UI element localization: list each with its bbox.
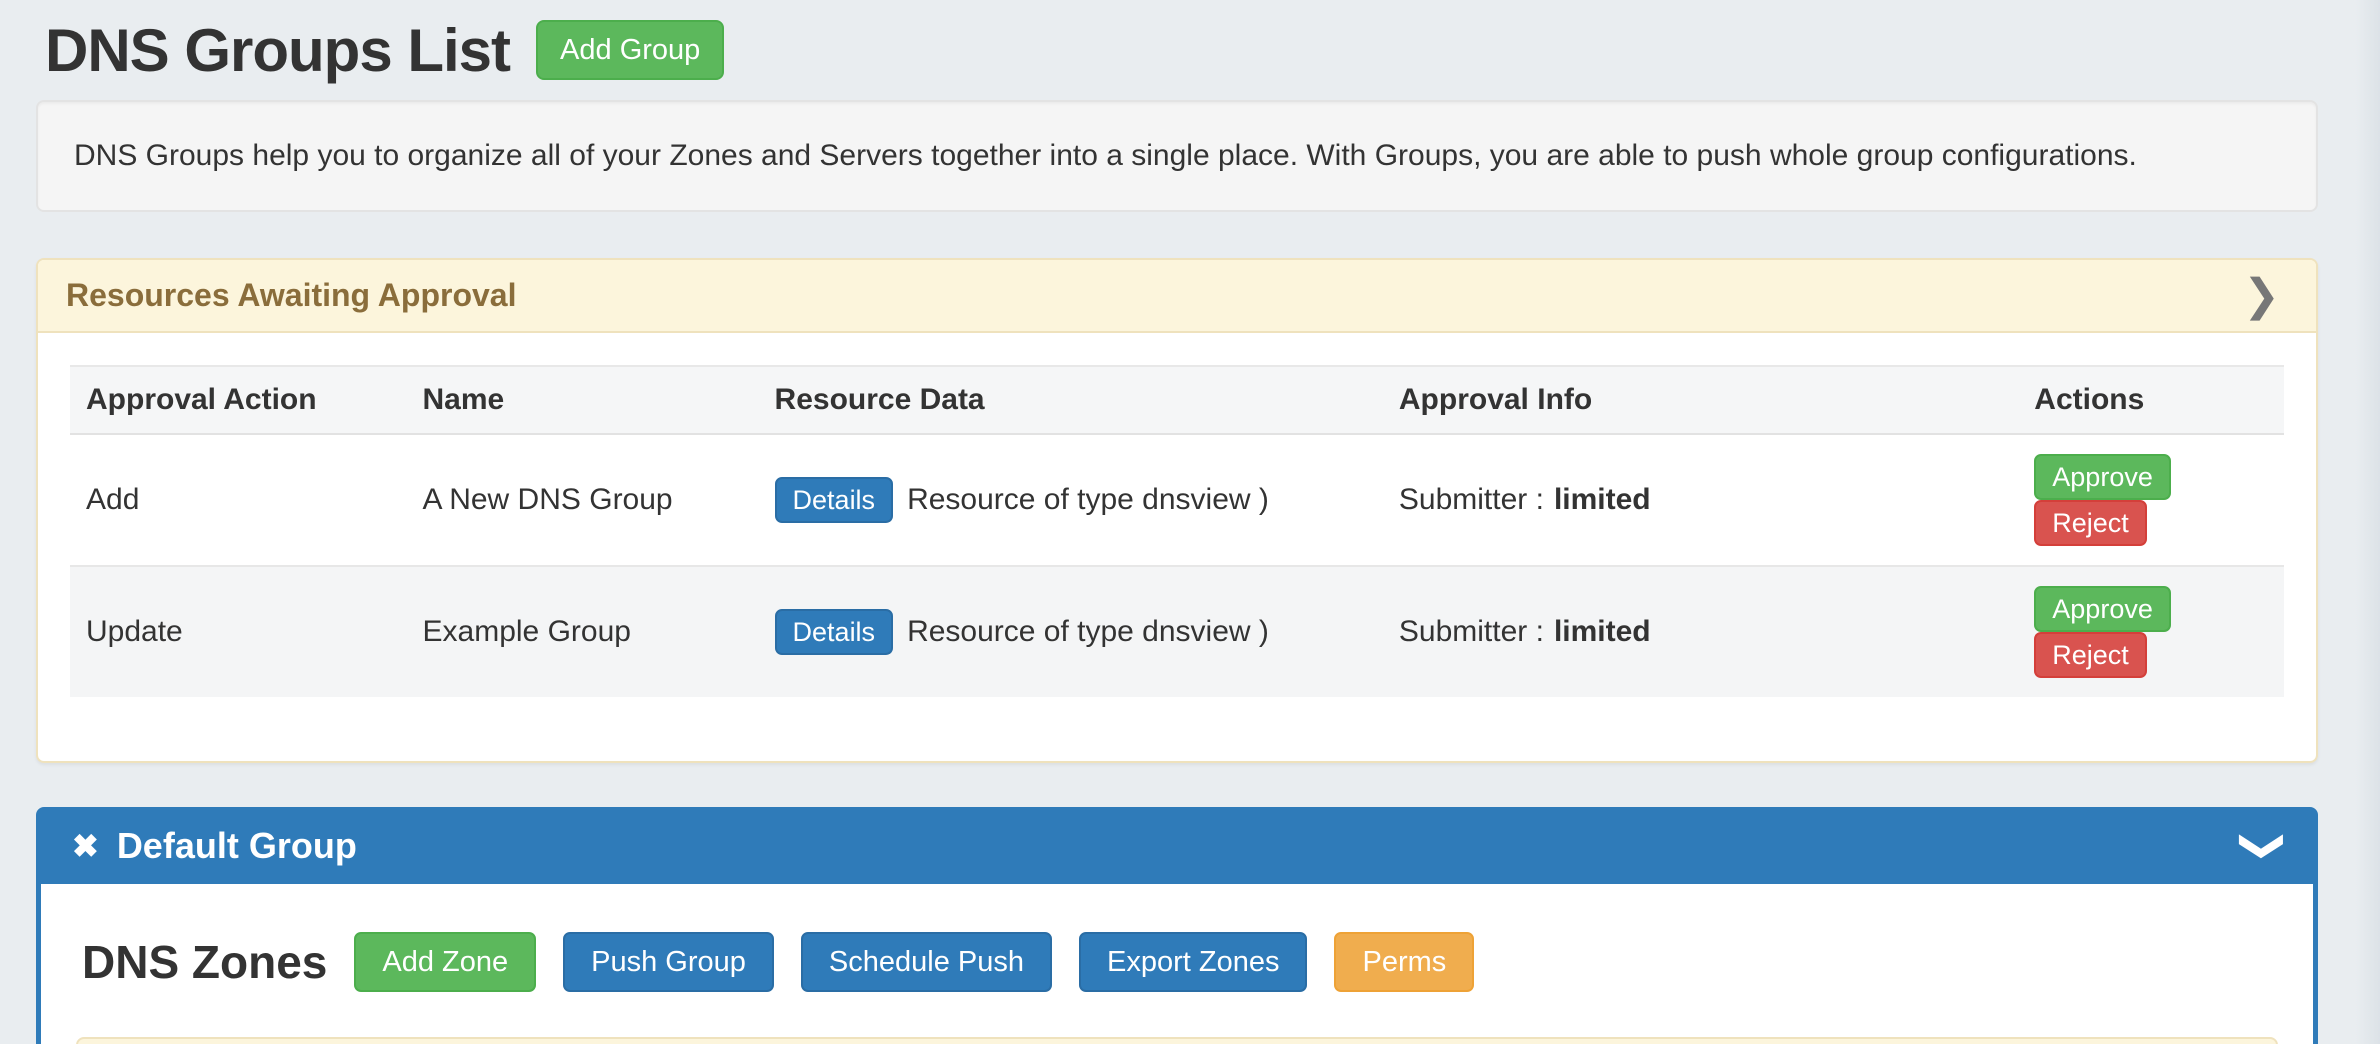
col-header-approval-info: Approval Info: [1383, 366, 2018, 434]
col-header-approval-action: Approval Action: [70, 366, 407, 434]
zones-title: DNS Zones: [82, 935, 327, 989]
approve-button[interactable]: Approve: [2034, 454, 2171, 500]
default-group-body: DNS Zones Add Zone Push Group Schedule P…: [36, 884, 2318, 1044]
page: DNS Groups List Add Group DNS Groups hel…: [36, 0, 2318, 1044]
chevron-down-icon: ❯: [2242, 827, 2286, 864]
col-header-resource-data: Resource Data: [759, 366, 1383, 434]
submitter-value: limited: [1554, 483, 1651, 516]
col-header-actions: Actions: [2018, 366, 2284, 434]
cell-name: A New DNS Group: [407, 434, 759, 566]
screen: DNS Groups List Add Group DNS Groups hel…: [0, 0, 2380, 1044]
default-group-title: Default Group: [117, 825, 357, 867]
approval-table: Approval Action Name Resource Data Appro…: [70, 365, 2284, 697]
approval-panel-title: Resources Awaiting Approval: [66, 277, 516, 314]
page-title: DNS Groups List: [45, 16, 510, 85]
submitter-label: Submitter :: [1399, 615, 1544, 648]
cell-resource-data: Details Resource of type dnsview ): [759, 434, 1383, 566]
resource-data-text: Resource of type dnsview ): [907, 615, 1269, 648]
export-zones-button[interactable]: Export Zones: [1079, 932, 1307, 992]
table-row: Add A New DNS Group Details Resource of t…: [70, 434, 2284, 566]
cell-resource-data: Details Resource of type dnsview ): [759, 566, 1383, 697]
close-icon[interactable]: ✖: [72, 830, 99, 862]
cell-action: Update: [70, 566, 407, 697]
cell-approval-info: Submitter : limited: [1383, 434, 2018, 566]
intro-text: DNS Groups help you to organize all of y…: [74, 139, 2137, 172]
resource-data-text: Resource of type dnsview ): [907, 483, 1269, 516]
default-group-panel: ✖ Default Group ❯ DNS Zones Add Zone Pus…: [36, 807, 2318, 1044]
zones-approval-bar[interactable]: Resources Awaiting Approval ❯: [76, 1037, 2278, 1044]
reject-button[interactable]: Reject: [2034, 500, 2147, 546]
zones-toolbar: DNS Zones Add Zone Push Group Schedule P…: [76, 932, 2278, 992]
details-button[interactable]: Details: [775, 477, 894, 523]
submitter-label: Submitter :: [1399, 483, 1544, 516]
table-row: Update Example Group Details Resource of …: [70, 566, 2284, 697]
intro-well: DNS Groups help you to organize all of y…: [36, 100, 2318, 212]
approval-panel-heading[interactable]: Resources Awaiting Approval ❯: [38, 260, 2316, 333]
cell-actions: ApproveReject: [2018, 434, 2284, 566]
perms-button[interactable]: Perms: [1334, 932, 1474, 992]
push-group-button[interactable]: Push Group: [563, 932, 774, 992]
cell-actions: ApproveReject: [2018, 566, 2284, 697]
approve-button[interactable]: Approve: [2034, 586, 2171, 632]
approval-panel: Resources Awaiting Approval ❯ Approval A…: [36, 258, 2318, 763]
cell-name: Example Group: [407, 566, 759, 697]
schedule-push-button[interactable]: Schedule Push: [801, 932, 1052, 992]
cell-action: Add: [70, 434, 407, 566]
add-zone-button[interactable]: Add Zone: [354, 932, 536, 992]
chevron-right-icon: ❯: [2243, 274, 2280, 318]
approval-panel-body: Approval Action Name Resource Data Appro…: [38, 333, 2316, 761]
default-group-heading[interactable]: ✖ Default Group ❯: [36, 807, 2318, 884]
scrollbar-track[interactable]: [2356, 0, 2380, 1044]
title-row: DNS Groups List Add Group: [36, 0, 2318, 100]
col-header-name: Name: [407, 366, 759, 434]
submitter-value: limited: [1554, 615, 1651, 648]
add-group-button[interactable]: Add Group: [536, 20, 724, 80]
details-button[interactable]: Details: [775, 609, 894, 655]
cell-approval-info: Submitter : limited: [1383, 566, 2018, 697]
reject-button[interactable]: Reject: [2034, 632, 2147, 678]
table-header-row: Approval Action Name Resource Data Appro…: [70, 366, 2284, 434]
